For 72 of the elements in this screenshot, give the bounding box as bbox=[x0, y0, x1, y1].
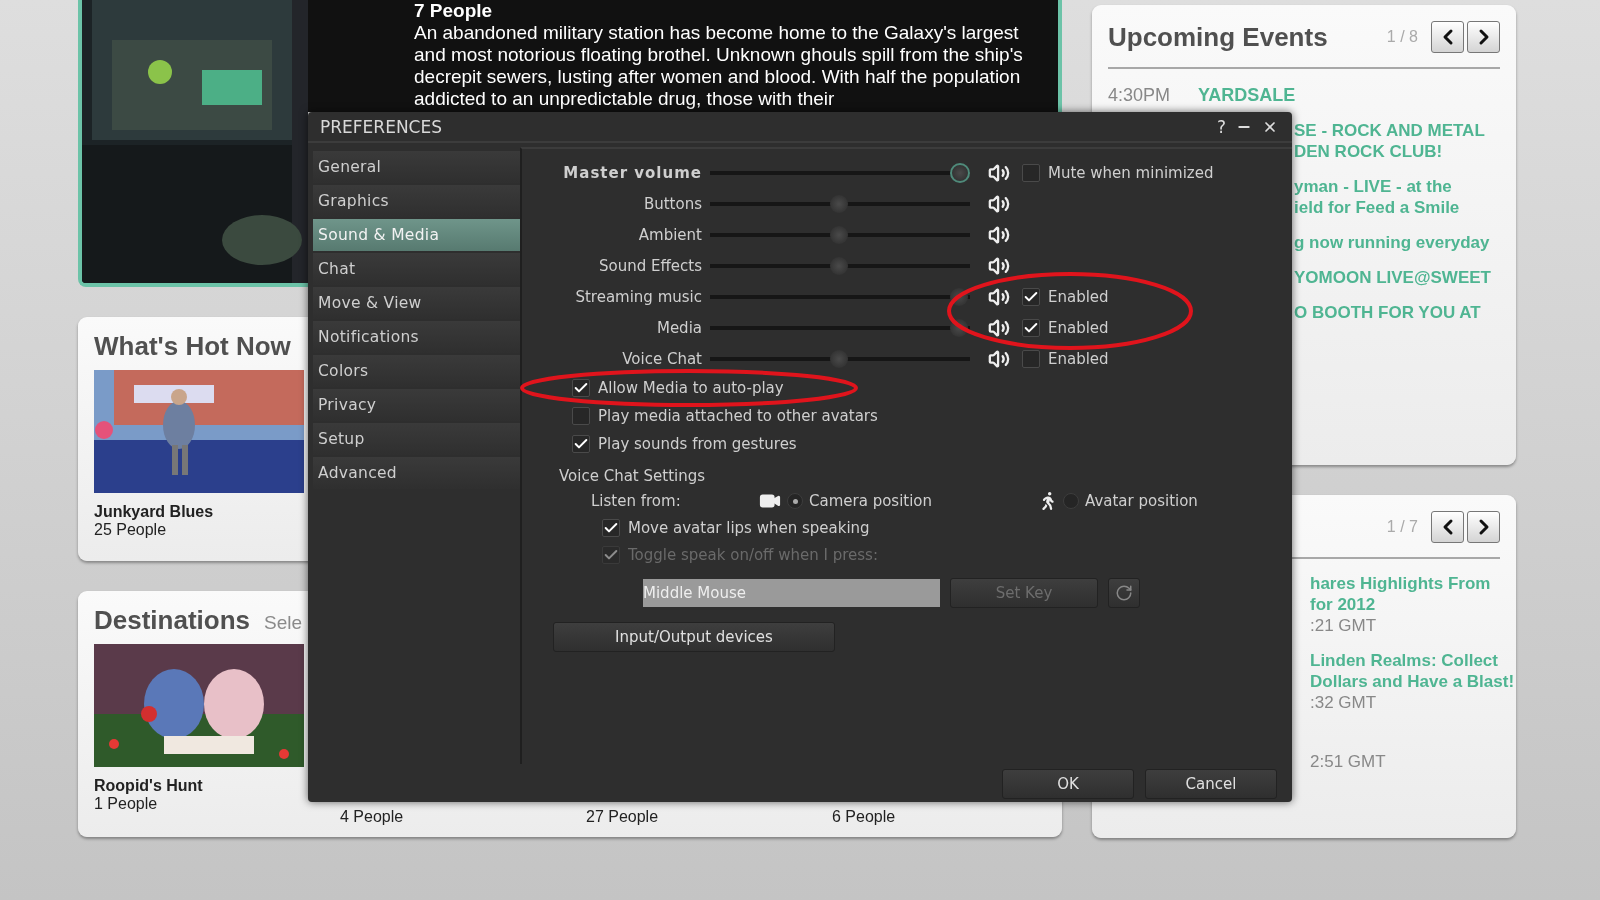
people-count: 25 People bbox=[94, 521, 168, 539]
speaker-icon[interactable] bbox=[988, 223, 1010, 246]
checkbox-label: Enabled bbox=[1048, 349, 1109, 368]
speaker-icon[interactable] bbox=[988, 161, 1010, 184]
checkbox[interactable] bbox=[1022, 349, 1040, 368]
refresh-button[interactable] bbox=[1108, 578, 1140, 609]
volume-label: Sound Effects bbox=[598, 256, 702, 275]
checkbox-label: Play sounds from gestures bbox=[598, 435, 797, 454]
speaker-icon[interactable] bbox=[988, 347, 1010, 370]
page-counter: 1 / 7 bbox=[1386, 518, 1418, 536]
speaker-icon[interactable] bbox=[988, 192, 1010, 215]
people-count: 7 People bbox=[414, 0, 494, 22]
speaker-icon[interactable] bbox=[988, 316, 1010, 339]
card-subtitle: Sele bbox=[264, 612, 303, 634]
speaker-icon[interactable] bbox=[988, 285, 1010, 308]
previous-button[interactable] bbox=[1431, 21, 1464, 53]
next-button[interactable] bbox=[1467, 21, 1500, 53]
description: An abandoned military station has become home to the Galaxy's largest and most notorious floating brothel. Unknown ghouls spill from the ship's decrepit sewers, lusting after women and blood. With half the population addicted to an unpredictable drug, those with their bbox=[414, 22, 1024, 110]
checkbox[interactable] bbox=[572, 379, 590, 398]
card-title: What's Hot Now bbox=[94, 331, 291, 362]
checkbox-label: Toggle speak on/off when I press: bbox=[628, 545, 878, 564]
checkbox[interactable] bbox=[1022, 163, 1040, 182]
people-count: 6 People bbox=[832, 808, 897, 826]
checkbox-label: Move avatar lips when speaking bbox=[628, 518, 870, 537]
previous-button[interactable] bbox=[1431, 511, 1464, 543]
volume-label: Streaming music bbox=[574, 287, 702, 306]
post-date: :32 GMT bbox=[1310, 692, 1377, 713]
category-tab[interactable]: Sound & Media bbox=[313, 219, 520, 252]
event-time: 4:30PM bbox=[1108, 85, 1172, 106]
speaker-icon[interactable] bbox=[988, 254, 1010, 277]
volume-label: Master volume bbox=[562, 163, 702, 182]
checkbox-label: Mute when minimized bbox=[1048, 163, 1214, 182]
slider-thumb[interactable] bbox=[830, 194, 848, 213]
help-button[interactable]: ? bbox=[1216, 116, 1226, 137]
ok-button[interactable]: OK bbox=[1002, 769, 1134, 800]
radio-button[interactable] bbox=[787, 493, 803, 510]
checkbox[interactable] bbox=[1022, 287, 1040, 306]
post-date: 2:51 GMT bbox=[1310, 751, 1386, 772]
volume-label: Voice Chat bbox=[621, 349, 702, 368]
refresh-icon bbox=[1115, 584, 1133, 603]
slider-thumb[interactable] bbox=[830, 225, 848, 244]
slider-thumb[interactable] bbox=[830, 349, 848, 368]
checkbox-label: Allow Media to auto-play bbox=[598, 379, 784, 398]
window-title: PREFERENCES bbox=[320, 116, 442, 137]
checkbox[interactable] bbox=[572, 407, 590, 426]
page-counter: 1 / 8 bbox=[1386, 28, 1418, 46]
card-title: Destinations bbox=[94, 605, 251, 636]
listen-label: Listen from: bbox=[591, 492, 682, 511]
people-count: 1 People bbox=[94, 795, 159, 813]
volume-label: Media bbox=[655, 318, 702, 337]
checkbox[interactable] bbox=[602, 518, 620, 537]
checkbox-label: Play media attached to other avatars bbox=[598, 407, 878, 426]
next-button[interactable] bbox=[1467, 511, 1500, 543]
place-name[interactable]: Roopid's Hunt bbox=[94, 777, 304, 795]
volume-label: Buttons bbox=[642, 194, 702, 213]
checkbox-label: Enabled bbox=[1048, 318, 1109, 337]
section-heading: Voice Chat Settings bbox=[559, 466, 707, 488]
checkbox[interactable] bbox=[572, 435, 590, 454]
devices-button[interactable]: Input/Output devices bbox=[553, 622, 835, 653]
radio-label: Camera position bbox=[809, 492, 933, 511]
cancel-button[interactable]: Cancel bbox=[1145, 769, 1277, 800]
checkbox-label: Enabled bbox=[1048, 287, 1109, 306]
checkbox[interactable] bbox=[1022, 318, 1040, 337]
card-title: Upcoming Events bbox=[1108, 21, 1328, 53]
post-date: :21 GMT bbox=[1310, 615, 1377, 636]
place-name[interactable]: Junkyard Blues bbox=[94, 503, 304, 521]
people-count: 4 People bbox=[340, 808, 405, 826]
slider-thumb[interactable] bbox=[950, 162, 970, 183]
slider-thumb[interactable] bbox=[830, 256, 848, 275]
people-count: 27 People bbox=[586, 808, 660, 826]
radio-label: Avatar position bbox=[1085, 492, 1198, 511]
volume-label: Ambient bbox=[637, 225, 702, 244]
